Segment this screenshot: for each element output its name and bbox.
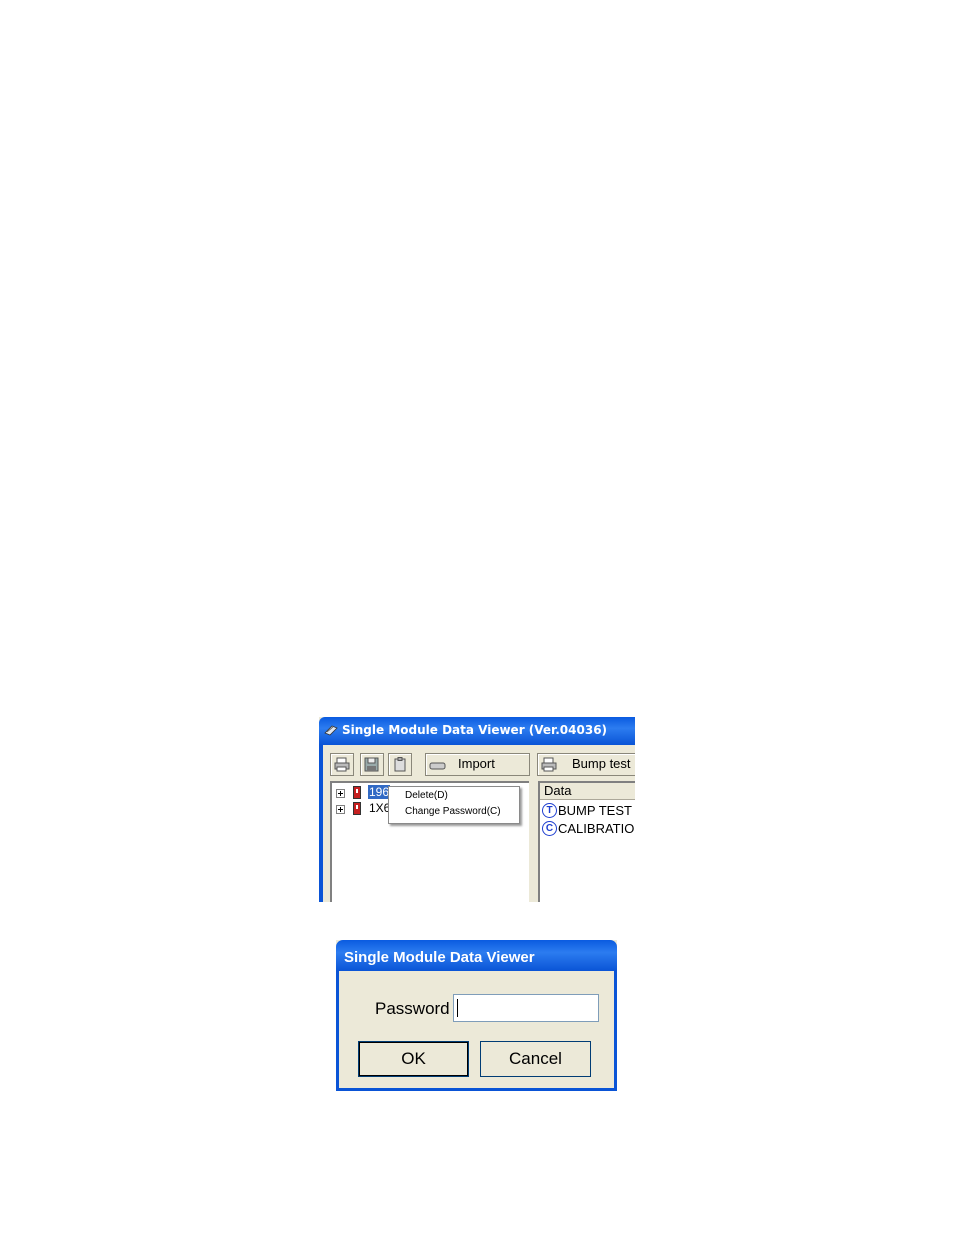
print-button[interactable]	[330, 753, 354, 776]
clipboard-button[interactable]	[388, 753, 412, 776]
password-label: Password	[375, 999, 450, 1018]
title-bar[interactable]: Single Module Data Viewer (Ver.04036)	[319, 717, 635, 745]
app-icon	[324, 725, 338, 736]
password-input[interactable]	[453, 994, 599, 1022]
printer-icon	[541, 757, 557, 772]
import-button[interactable]: Import	[425, 753, 530, 776]
data-row-label: CALIBRATION	[558, 821, 635, 836]
data-header-label: Data	[544, 783, 572, 798]
cancel-button[interactable]: Cancel	[480, 1041, 591, 1077]
bump-test-label: Bump test	[572, 756, 631, 771]
save-button[interactable]	[360, 753, 384, 776]
import-icon	[429, 762, 446, 770]
data-column-header[interactable]: Data	[540, 783, 635, 800]
password-dialog: Single Module Data Viewer Password OK Ca…	[336, 940, 617, 1091]
dialog-title-bar[interactable]: Single Module Data Viewer	[336, 940, 617, 971]
ok-button[interactable]: OK	[358, 1041, 469, 1077]
menu-item-delete[interactable]: Delete(D)	[405, 790, 448, 801]
dialog-frame	[614, 971, 617, 1091]
dialog-frame	[336, 971, 339, 1091]
device-icon	[353, 786, 361, 799]
data-row-label: BUMP TEST	[558, 803, 632, 818]
calibration-icon: C	[542, 821, 557, 836]
expand-icon[interactable]	[336, 805, 345, 814]
dialog-frame	[336, 1088, 617, 1091]
data-row-bump-test[interactable]: T BUMP TEST	[542, 803, 632, 820]
dialog-title: Single Module Data Viewer	[344, 949, 535, 966]
import-label: Import	[458, 756, 495, 771]
tree-item-label: 196	[368, 785, 391, 799]
data-panel: Data TBUMP TEST CCALIBRATION	[538, 781, 635, 902]
printer-icon	[334, 757, 350, 772]
menu-item-change-password[interactable]: Change Password(C)	[405, 806, 501, 817]
clipboard-icon	[394, 757, 406, 772]
window-title: Single Module Data Viewer (Ver.04036)	[342, 723, 608, 737]
device-icon	[353, 802, 361, 815]
bump-test-button[interactable]: Bump test	[537, 753, 635, 776]
window-frame	[319, 745, 323, 902]
bump-test-icon: T	[542, 803, 557, 818]
expand-icon[interactable]	[336, 789, 345, 798]
context-menu: Delete(D) Change Password(C)	[388, 786, 520, 824]
data-row-calibration[interactable]: CCALIBRATION	[542, 821, 635, 838]
save-icon	[364, 757, 379, 772]
